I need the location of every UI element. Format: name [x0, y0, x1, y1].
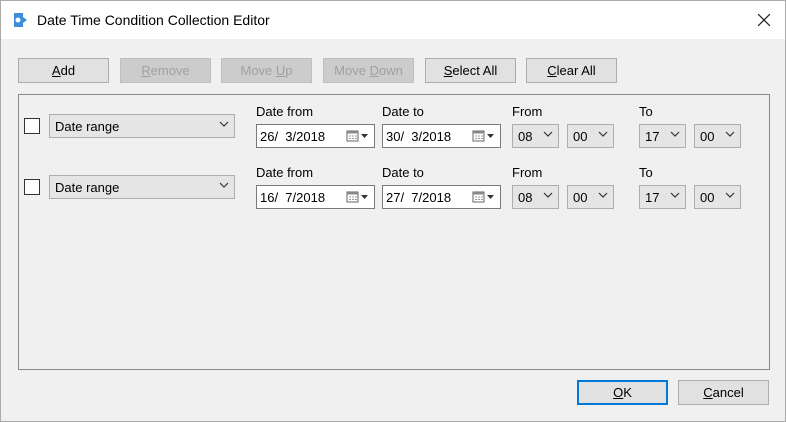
row-1-to-label: To: [639, 104, 653, 119]
row-1-from-label: From: [512, 104, 543, 119]
row-2-date-from-picker[interactable]: 16/ 7/2018: [256, 185, 375, 209]
row-1-to-minute-select[interactable]: 00: [694, 124, 741, 148]
row-2-date-to-picker[interactable]: 27/ 7/2018: [382, 185, 501, 209]
row-1-to-hour-select[interactable]: 17: [639, 124, 686, 148]
chevron-down-icon: [670, 131, 680, 137]
move-down-button[interactable]: Move Down: [323, 58, 414, 83]
row-1-date-from-label: Date from: [256, 104, 314, 119]
chevron-down-icon: [725, 131, 735, 137]
calendar-dropdown-icon[interactable]: [346, 189, 370, 205]
chevron-down-icon: [543, 131, 553, 137]
row-1-checkbox[interactable]: [24, 118, 40, 134]
row-1-type-select[interactable]: Date range: [49, 114, 235, 138]
row-1-from-minute-select[interactable]: 00: [567, 124, 614, 148]
row-1-date-from-picker[interactable]: 26/ 3/2018: [256, 124, 375, 148]
row-1-date-to-label: Date to: [382, 104, 424, 119]
condition-list-panel[interactable]: Date range Date from 26/ 3/2018 Date to …: [18, 94, 770, 370]
chevron-down-icon: [598, 131, 608, 137]
row-2-from-minute-select[interactable]: 00: [567, 185, 614, 209]
row-2-checkbox[interactable]: [24, 179, 40, 195]
row-2-date-from-label: Date from: [256, 165, 314, 180]
window-title: Date Time Condition Collection Editor: [37, 12, 270, 28]
chevron-down-icon: [543, 192, 553, 198]
move-up-button[interactable]: Move Up: [221, 58, 312, 83]
row-2-type-select[interactable]: Date range: [49, 175, 235, 199]
calendar-dropdown-icon[interactable]: [472, 128, 496, 144]
chevron-down-icon: [219, 182, 229, 188]
remove-button[interactable]: Remove: [120, 58, 211, 83]
add-button[interactable]: Add: [18, 58, 109, 83]
chevron-down-icon: [725, 192, 735, 198]
cancel-button[interactable]: Cancel: [678, 380, 769, 405]
chevron-down-icon: [219, 121, 229, 127]
close-button[interactable]: [749, 6, 779, 34]
row-2-to-hour-select[interactable]: 17: [639, 185, 686, 209]
row-2-from-hour-select[interactable]: 08: [512, 185, 559, 209]
calendar-dropdown-icon[interactable]: [472, 189, 496, 205]
row-2-to-minute-select[interactable]: 00: [694, 185, 741, 209]
calendar-dropdown-icon[interactable]: [346, 128, 370, 144]
row-1-date-to-picker[interactable]: 30/ 3/2018: [382, 124, 501, 148]
title-bar: Date Time Condition Collection Editor: [1, 1, 785, 39]
close-icon: [758, 14, 770, 26]
row-1-from-hour-select[interactable]: 08: [512, 124, 559, 148]
row-2-from-label: From: [512, 165, 543, 180]
row-2-to-label: To: [639, 165, 653, 180]
chevron-down-icon: [670, 192, 680, 198]
clear-all-button[interactable]: Clear All: [526, 58, 617, 83]
chevron-down-icon: [598, 192, 608, 198]
select-all-button[interactable]: Select All: [425, 58, 516, 83]
row-2-date-to-label: Date to: [382, 165, 424, 180]
ok-button[interactable]: OK: [577, 380, 668, 405]
app-icon: [14, 13, 27, 27]
dialog-window: Date Time Condition Collection Editor Ad…: [0, 0, 786, 422]
